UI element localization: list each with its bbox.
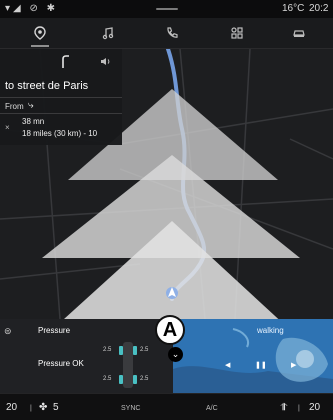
route-origin-icon: ⤷ xyxy=(28,100,34,111)
apps-icon xyxy=(231,27,243,39)
status-bar: ▾◢ ⊘ ✱ 16°C 20:2 xyxy=(0,0,333,18)
passenger-temperature[interactable]: 20 xyxy=(309,402,320,413)
volume-icon[interactable] xyxy=(100,57,111,66)
wheel-front-left xyxy=(119,346,123,355)
tab-navigation[interactable] xyxy=(25,22,55,47)
divider xyxy=(0,97,122,98)
tab-apps[interactable] xyxy=(222,22,252,44)
previous-track-icon[interactable]: ◀ xyxy=(225,361,230,369)
music-icon xyxy=(102,27,114,40)
rear-left-pressure: 2.5 xyxy=(103,376,112,382)
remaining-distance: 18 miles (30 km) - 10 xyxy=(22,129,98,138)
sync-button[interactable]: SYNC xyxy=(121,405,140,412)
main-navigation xyxy=(0,18,333,49)
pause-icon[interactable]: ❚❚ xyxy=(255,361,267,369)
turn-left-arrow-icon xyxy=(62,55,69,68)
eta-duration: 38 mn xyxy=(22,117,45,126)
rear-right-pressure: 2.5 xyxy=(140,376,149,382)
track-title: walking xyxy=(257,326,284,335)
fan-icon: ✤ xyxy=(39,402,48,413)
navigation-icon xyxy=(34,26,46,40)
status-icons: ▾◢ ⊘ ✱ xyxy=(5,3,59,14)
wheel-rear-right xyxy=(133,375,137,384)
chevron-down-icon[interactable]: ⌄ xyxy=(168,347,183,362)
guidance-panel[interactable]: to street de Paris From ⤷ × 38 mn 18 mil… xyxy=(0,49,122,145)
phone-icon xyxy=(167,27,178,38)
pull-down-handle[interactable] xyxy=(156,8,178,10)
car-icon xyxy=(293,30,305,37)
callout-marker: A xyxy=(155,315,185,345)
media-widget[interactable]: walking ◀ ❚❚ ▶ xyxy=(173,319,333,393)
close-guidance-button[interactable]: × xyxy=(5,123,10,132)
album-art xyxy=(173,319,333,393)
outside-temperature: 16°C xyxy=(282,3,305,14)
tab-media[interactable] xyxy=(93,22,123,44)
from-label: From xyxy=(5,102,24,111)
tyre-pressure-widget[interactable]: ⊜ Pressure Pressure OK 2.5 2.5 2.5 2.5 xyxy=(0,319,173,393)
driver-temperature[interactable]: 20 xyxy=(6,402,17,413)
air-flow-icon[interactable]: ⥣ xyxy=(280,402,287,413)
widget-title: Pressure xyxy=(38,326,71,335)
infotainment-screen: ▾◢ ⊘ ✱ 16°C 20:2 to street de Paris From… xyxy=(0,0,333,420)
tab-phone[interactable] xyxy=(157,22,187,44)
separator: | xyxy=(298,405,300,412)
wheel-rear-left xyxy=(119,375,123,384)
tab-vehicle[interactable] xyxy=(284,22,314,44)
divider xyxy=(0,113,122,114)
ac-button[interactable]: A/C xyxy=(206,405,218,412)
wheel-front-right xyxy=(133,346,137,355)
next-track-icon[interactable]: ▶ xyxy=(291,361,296,369)
next-turn-banner xyxy=(0,49,122,74)
fan-speed[interactable]: 5 xyxy=(53,402,59,413)
car-top-view xyxy=(123,342,133,388)
tyre-pressure-icon: ⊜ xyxy=(4,326,12,336)
destination-name: to street de Paris xyxy=(5,80,89,92)
front-right-pressure: 2.5 xyxy=(140,347,149,353)
climate-bar: 20 | ✤ 5 SYNC A/C ⥣ | 20 xyxy=(0,393,333,420)
separator: | xyxy=(30,405,32,412)
front-left-pressure: 2.5 xyxy=(103,347,112,353)
pressure-status: Pressure OK xyxy=(38,359,84,368)
clock: 20:2 xyxy=(309,3,329,14)
